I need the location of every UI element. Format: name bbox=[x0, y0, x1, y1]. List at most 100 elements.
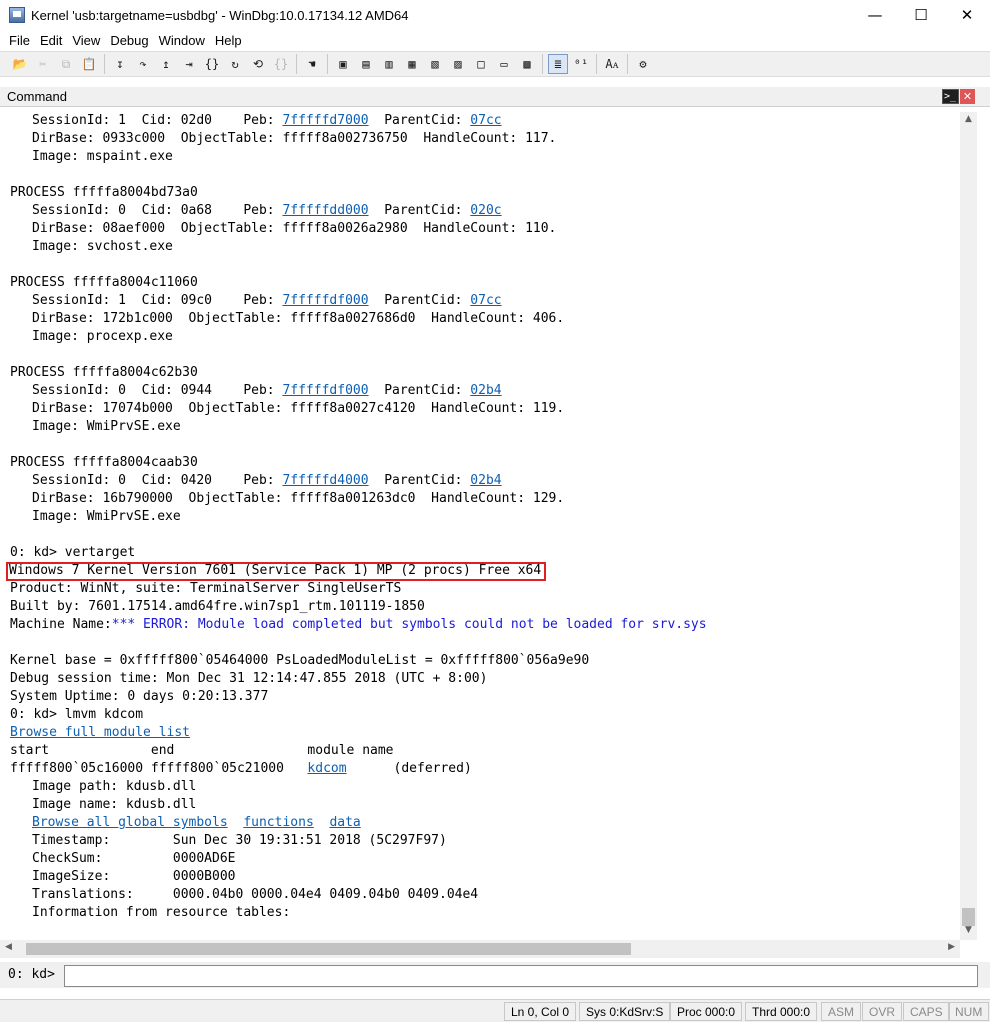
output-text: 0: kd> vertarget bbox=[10, 545, 136, 560]
window-title: Kernel 'usb:targetname=usbdbg' - WinDbg:… bbox=[31, 7, 409, 23]
step-out-icon[interactable]: ↥ bbox=[156, 54, 176, 74]
source-mode-icon[interactable]: ≣ bbox=[548, 54, 568, 74]
status-thrd: Thrd 000:0 bbox=[745, 1002, 818, 1021]
maximize-button[interactable]: ☐ bbox=[898, 0, 944, 30]
output-text: PROCESS fffffa8004caab30 bbox=[10, 455, 198, 470]
output-line: PROCESS fffffa8004caab30 bbox=[0, 454, 960, 472]
locals-window-icon[interactable]: ▥ bbox=[379, 54, 399, 74]
paste-icon[interactable]: 📋 bbox=[79, 54, 99, 74]
status-bar: Ln 0, Col 0 Sys 0:KdSrv:S Proc 000:0 Thr… bbox=[0, 999, 990, 1022]
command-input[interactable] bbox=[64, 965, 978, 987]
output-link[interactable]: kdcom bbox=[307, 761, 346, 776]
output-text: Kernel base = 0xfffff800`05464000 PsLoad… bbox=[10, 653, 590, 668]
command-close-icon[interactable]: ✕ bbox=[960, 89, 975, 104]
horizontal-scroll-thumb[interactable] bbox=[26, 943, 631, 955]
toolbar-separator bbox=[627, 54, 628, 74]
disassembly-icon[interactable]: □ bbox=[471, 54, 491, 74]
scroll-down-icon[interactable]: ▼ bbox=[962, 925, 975, 938]
call-stack-icon[interactable]: ▨ bbox=[448, 54, 468, 74]
output-link[interactable]: 7fffffd4000 bbox=[282, 473, 368, 488]
output-link[interactable]: 7fffffd7000 bbox=[282, 113, 368, 128]
output-line: PROCESS fffffa8004bd73a0 bbox=[0, 184, 960, 202]
output-link[interactable]: 02b4 bbox=[470, 383, 501, 398]
memory-window-icon[interactable]: ▧ bbox=[425, 54, 445, 74]
output-text: Information from resource tables: bbox=[32, 905, 291, 920]
output-text: System Uptime: 0 days 0:20:13.377 bbox=[10, 689, 269, 704]
command-prompt-icon[interactable]: >_ bbox=[942, 89, 959, 104]
menu-file[interactable]: File bbox=[4, 30, 35, 51]
copy-icon[interactable]: ⧉ bbox=[56, 54, 76, 74]
output-line: DirBase: 0933c000 ObjectTable: fffff8a00… bbox=[0, 130, 960, 148]
open-icon[interactable]: 📂 bbox=[10, 54, 30, 74]
hand-icon[interactable]: ☚ bbox=[302, 54, 322, 74]
font-icon[interactable]: Aᴀ bbox=[602, 54, 622, 74]
menu-view[interactable]: View bbox=[67, 30, 105, 51]
output-text: ParentCid: bbox=[368, 113, 471, 128]
menu-window[interactable]: Window bbox=[154, 30, 210, 51]
menu-bar: File Edit View Debug Window Help bbox=[0, 30, 990, 51]
toolbar-separator bbox=[327, 54, 328, 74]
run-to-cursor-icon[interactable]: ⇥ bbox=[179, 54, 199, 74]
process-thread-icon[interactable]: ▩ bbox=[517, 54, 537, 74]
output-text: DirBase: 17074b000 ObjectTable: fffff8a0… bbox=[32, 401, 565, 416]
output-line: 0: kd> vertarget bbox=[0, 544, 960, 562]
options-icon[interactable]: ⚙ bbox=[633, 54, 653, 74]
menu-edit[interactable]: Edit bbox=[35, 30, 67, 51]
output-link[interactable]: 07cc bbox=[470, 293, 501, 308]
source-step-icon[interactable]: {} bbox=[202, 54, 222, 74]
close-button[interactable]: ✕ bbox=[944, 0, 990, 30]
hex-icon[interactable]: ⁰¹ bbox=[571, 54, 591, 74]
breakpoint-icon[interactable]: {} bbox=[271, 54, 291, 74]
title-bar: Kernel 'usb:targetname=usbdbg' - WinDbg:… bbox=[0, 0, 990, 30]
output-text: DirBase: 172b1c000 ObjectTable: fffff8a0… bbox=[32, 311, 565, 326]
cut-icon[interactable]: ✂ bbox=[33, 54, 53, 74]
watch-window-icon[interactable]: ▤ bbox=[356, 54, 376, 74]
minimize-button[interactable]: — bbox=[852, 0, 898, 30]
output-link[interactable]: data bbox=[329, 815, 360, 830]
registers-window-icon[interactable]: ▦ bbox=[402, 54, 422, 74]
output-text: SessionId: 0 Cid: 0944 Peb: bbox=[32, 383, 283, 398]
output-text: DirBase: 16b790000 ObjectTable: fffff8a0… bbox=[32, 491, 565, 506]
output-text: Product: WinNt, suite: TerminalServer Si… bbox=[10, 581, 402, 596]
output-line: Translations: 0000.04b0 0000.04e4 0409.0… bbox=[0, 886, 960, 904]
go-icon[interactable]: ↻ bbox=[225, 54, 245, 74]
output-link[interactable]: 07cc bbox=[470, 113, 501, 128]
vertical-scrollbar[interactable]: ▲ ▼ bbox=[960, 112, 977, 940]
output-line: Browse full module list bbox=[0, 724, 960, 742]
scroll-up-icon[interactable]: ▲ bbox=[962, 114, 975, 127]
vertical-scroll-thumb[interactable] bbox=[962, 908, 975, 926]
status-sys: Sys 0:KdSrv:S bbox=[579, 1002, 671, 1021]
command-output[interactable]: SessionId: 1 Cid: 02d0 Peb: 7fffffd7000 … bbox=[0, 112, 960, 940]
step-into-icon[interactable]: ↧ bbox=[110, 54, 130, 74]
horizontal-scrollbar[interactable]: ◀ ▶ bbox=[0, 940, 960, 958]
output-link[interactable]: 02b4 bbox=[470, 473, 501, 488]
output-link[interactable]: Browse full module list bbox=[10, 725, 190, 740]
output-text: 0: kd> lmvm kdcom bbox=[10, 707, 144, 722]
step-over-icon[interactable]: ↷ bbox=[133, 54, 153, 74]
output-link[interactable]: 7fffffdf000 bbox=[282, 383, 368, 398]
scratch-pad-icon[interactable]: ▭ bbox=[494, 54, 514, 74]
toolbar-separator bbox=[542, 54, 543, 74]
output-line: ImageSize: 0000B000 bbox=[0, 868, 960, 886]
output-text: PROCESS fffffa8004c62b30 bbox=[10, 365, 198, 380]
toolbar-separator bbox=[296, 54, 297, 74]
output-link[interactable]: functions bbox=[243, 815, 313, 830]
output-link[interactable]: 7fffffdd000 bbox=[282, 203, 368, 218]
output-line: CheckSum: 0000AD6E bbox=[0, 850, 960, 868]
restart-icon[interactable]: ⟲ bbox=[248, 54, 268, 74]
command-window-icon[interactable]: ▣ bbox=[333, 54, 353, 74]
output-line: DirBase: 17074b000 ObjectTable: fffff8a0… bbox=[0, 400, 960, 418]
scroll-right-icon[interactable]: ▶ bbox=[948, 942, 955, 952]
output-line: 0: kd> lmvm kdcom bbox=[0, 706, 960, 724]
output-line: DirBase: 08aef000 ObjectTable: fffff8a00… bbox=[0, 220, 960, 238]
output-link[interactable]: Browse all global symbols bbox=[32, 815, 228, 830]
output-text: ParentCid: bbox=[368, 203, 471, 218]
menu-help[interactable]: Help bbox=[210, 30, 247, 51]
output-text: SessionId: 1 Cid: 02d0 Peb: bbox=[32, 113, 283, 128]
menu-debug[interactable]: Debug bbox=[105, 30, 153, 51]
output-link[interactable]: 020c bbox=[470, 203, 501, 218]
scroll-left-icon[interactable]: ◀ bbox=[5, 942, 12, 952]
output-link[interactable]: 7fffffdf000 bbox=[282, 293, 368, 308]
